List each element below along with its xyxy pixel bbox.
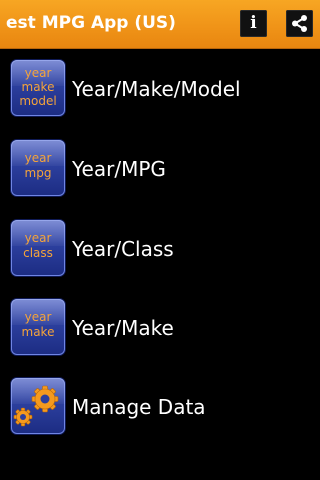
- year-make-icon: year make: [11, 299, 65, 355]
- menu-item-year-make-model[interactable]: year make model Year/Make/Model: [0, 60, 320, 124]
- year-make-model-icon: year make model: [11, 60, 65, 116]
- info-button[interactable]: i: [240, 10, 267, 37]
- title-bar: est MPG App (US) i: [0, 0, 320, 49]
- icon-line-mpg: mpg: [24, 166, 52, 180]
- menu-item-label: Year/Make/Model: [72, 77, 241, 101]
- icon-line-model: model: [19, 94, 57, 108]
- menu-item-label: Year/MPG: [72, 157, 166, 181]
- icon-line-year: year: [24, 231, 52, 245]
- icon-line-year: year: [24, 66, 52, 80]
- year-class-icon: year class: [11, 220, 65, 276]
- menu-item-label: Year/Class: [72, 237, 174, 261]
- share-icon: [292, 15, 307, 32]
- year-mpg-icon: year mpg: [11, 140, 65, 196]
- gears-icon: [11, 378, 65, 434]
- menu-item-year-make[interactable]: year make Year/Make: [0, 299, 320, 363]
- menu-item-label: Year/Make: [72, 316, 174, 340]
- icon-line-year: year: [24, 151, 52, 165]
- menu-item-manage-data[interactable]: Manage Data: [0, 378, 320, 442]
- menu-item-label: Manage Data: [72, 395, 206, 419]
- icon-line-year: year: [24, 310, 52, 324]
- icon-line-make: make: [21, 80, 55, 94]
- app-title: est MPG App (US): [6, 13, 176, 33]
- icon-line-make: make: [21, 325, 55, 339]
- app-screen: est MPG App (US) i year make model Year/…: [0, 0, 320, 480]
- menu-item-year-class[interactable]: year class Year/Class: [0, 220, 320, 284]
- info-icon: i: [250, 13, 257, 33]
- icon-line-class: class: [23, 246, 53, 260]
- menu-item-year-mpg[interactable]: year mpg Year/MPG: [0, 140, 320, 204]
- share-button[interactable]: [286, 10, 313, 37]
